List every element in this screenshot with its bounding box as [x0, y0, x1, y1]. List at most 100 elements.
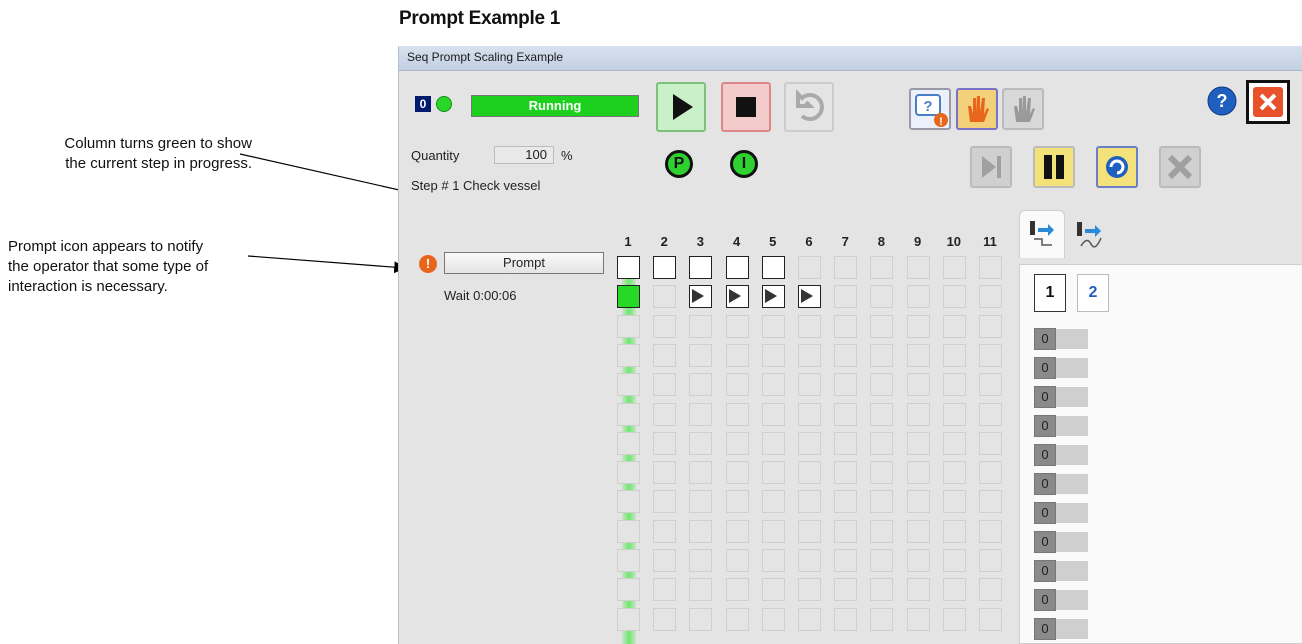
- step-cell-empty[interactable]: [798, 490, 821, 514]
- step-cell-empty[interactable]: [906, 519, 930, 543]
- step-cell-empty[interactable]: [653, 373, 677, 397]
- step-cell-empty[interactable]: [942, 549, 966, 572]
- step-cell-empty[interactable]: [906, 373, 930, 397]
- step-cell-empty[interactable]: [979, 314, 1002, 338]
- step-cell-empty[interactable]: [761, 578, 785, 602]
- step-cell-empty[interactable]: [834, 314, 858, 338]
- step-cell-empty[interactable]: [979, 285, 1002, 309]
- step-cell-empty[interactable]: [834, 285, 858, 309]
- step-cell-pending[interactable]: [761, 285, 785, 309]
- step-cell-empty[interactable]: [834, 519, 858, 543]
- step-cell-empty[interactable]: [834, 343, 858, 367]
- step-cell-empty[interactable]: [979, 343, 1002, 367]
- step-cell-empty[interactable]: [617, 461, 640, 485]
- close-button[interactable]: [1246, 80, 1290, 124]
- register-value[interactable]: 0: [1034, 589, 1056, 611]
- step-cell-empty[interactable]: [798, 461, 821, 485]
- register-value[interactable]: 0: [1034, 560, 1056, 582]
- resume-button[interactable]: [1096, 146, 1138, 188]
- step-cell-empty[interactable]: [798, 431, 821, 455]
- step-cell-empty[interactable]: [617, 519, 640, 543]
- step-cell-empty[interactable]: [798, 343, 821, 367]
- step-cell-empty[interactable]: [798, 607, 821, 631]
- step-cell-prompt[interactable]: [617, 256, 640, 279]
- step-cell-empty[interactable]: [689, 607, 713, 631]
- step-cell-empty[interactable]: [942, 285, 966, 309]
- step-cell-empty[interactable]: [942, 578, 966, 602]
- step-cell-empty[interactable]: [979, 549, 1002, 572]
- step-cell-empty[interactable]: [870, 402, 894, 426]
- step-cell-active[interactable]: [617, 285, 640, 309]
- step-cell-empty[interactable]: [906, 343, 930, 367]
- step-cell-empty[interactable]: [761, 431, 785, 455]
- step-cell-empty[interactable]: [617, 578, 640, 602]
- step-cell-empty[interactable]: [798, 578, 821, 602]
- step-cell-pending[interactable]: [798, 285, 821, 309]
- step-cell-empty[interactable]: [906, 490, 930, 514]
- reset-button[interactable]: [784, 82, 834, 132]
- step-cell-empty[interactable]: [942, 431, 966, 455]
- step-cell-empty[interactable]: [906, 285, 930, 309]
- step-cell-empty[interactable]: [761, 314, 785, 338]
- step-cell-empty[interactable]: [725, 549, 749, 572]
- step-cell-empty[interactable]: [617, 490, 640, 514]
- step-cell-empty[interactable]: [870, 431, 894, 455]
- step-cell-empty[interactable]: [834, 402, 858, 426]
- stop-button[interactable]: [721, 82, 771, 132]
- step-cell-empty[interactable]: [870, 343, 894, 367]
- step-cell-empty[interactable]: [834, 373, 858, 397]
- step-cell-empty[interactable]: [689, 431, 713, 455]
- step-cell-empty[interactable]: [617, 607, 640, 631]
- step-cell-empty[interactable]: [942, 256, 966, 279]
- step-cell-empty[interactable]: [617, 549, 640, 572]
- step-cell-empty[interactable]: [725, 373, 749, 397]
- step-cell-empty[interactable]: [942, 519, 966, 543]
- step-cell-empty[interactable]: [725, 431, 749, 455]
- step-cell-empty[interactable]: [979, 607, 1002, 631]
- register-value[interactable]: 0: [1034, 386, 1056, 408]
- step-cell-empty[interactable]: [653, 490, 677, 514]
- step-cell-empty[interactable]: [725, 490, 749, 514]
- step-cell-empty[interactable]: [834, 461, 858, 485]
- step-cell-empty[interactable]: [942, 402, 966, 426]
- step-cell-empty[interactable]: [870, 519, 894, 543]
- step-cell-empty[interactable]: [761, 549, 785, 572]
- step-cell-empty[interactable]: [979, 431, 1002, 455]
- step-cell-empty[interactable]: [906, 256, 930, 279]
- step-cell-empty[interactable]: [834, 256, 858, 279]
- step-cell-pending[interactable]: [725, 285, 749, 309]
- step-cell-empty[interactable]: [689, 402, 713, 426]
- step-cell-empty[interactable]: [870, 578, 894, 602]
- step-cell-empty[interactable]: [906, 607, 930, 631]
- step-cell-empty[interactable]: [653, 431, 677, 455]
- step-cell-empty[interactable]: [979, 373, 1002, 397]
- operator-hold-button[interactable]: [956, 88, 998, 130]
- step-cell-empty[interactable]: [906, 578, 930, 602]
- step-cell-empty[interactable]: [689, 343, 713, 367]
- step-cell-empty[interactable]: [979, 578, 1002, 602]
- step-cell-prompt[interactable]: [653, 256, 677, 279]
- step-cell-empty[interactable]: [798, 256, 821, 279]
- help-button[interactable]: ?: [1205, 84, 1239, 118]
- step-cell-empty[interactable]: [725, 607, 749, 631]
- step-cell-empty[interactable]: [617, 402, 640, 426]
- step-cell-empty[interactable]: [761, 402, 785, 426]
- pause-button[interactable]: [1033, 146, 1075, 188]
- step-cell-empty[interactable]: [798, 549, 821, 572]
- step-cell-empty[interactable]: [761, 490, 785, 514]
- step-cell-empty[interactable]: [979, 490, 1002, 514]
- step-cell-empty[interactable]: [834, 578, 858, 602]
- step-cell-empty[interactable]: [761, 519, 785, 543]
- step-cell-empty[interactable]: [617, 314, 640, 338]
- step-cell-empty[interactable]: [653, 343, 677, 367]
- step-cell-empty[interactable]: [725, 314, 749, 338]
- step-cell-empty[interactable]: [689, 549, 713, 572]
- step-forward-button[interactable]: [970, 146, 1012, 188]
- step-cell-empty[interactable]: [834, 549, 858, 572]
- step-cell-empty[interactable]: [906, 461, 930, 485]
- step-cell-empty[interactable]: [906, 402, 930, 426]
- step-cell-empty[interactable]: [870, 607, 894, 631]
- step-cell-empty[interactable]: [870, 549, 894, 572]
- step-cell-empty[interactable]: [617, 343, 640, 367]
- step-cell-empty[interactable]: [942, 314, 966, 338]
